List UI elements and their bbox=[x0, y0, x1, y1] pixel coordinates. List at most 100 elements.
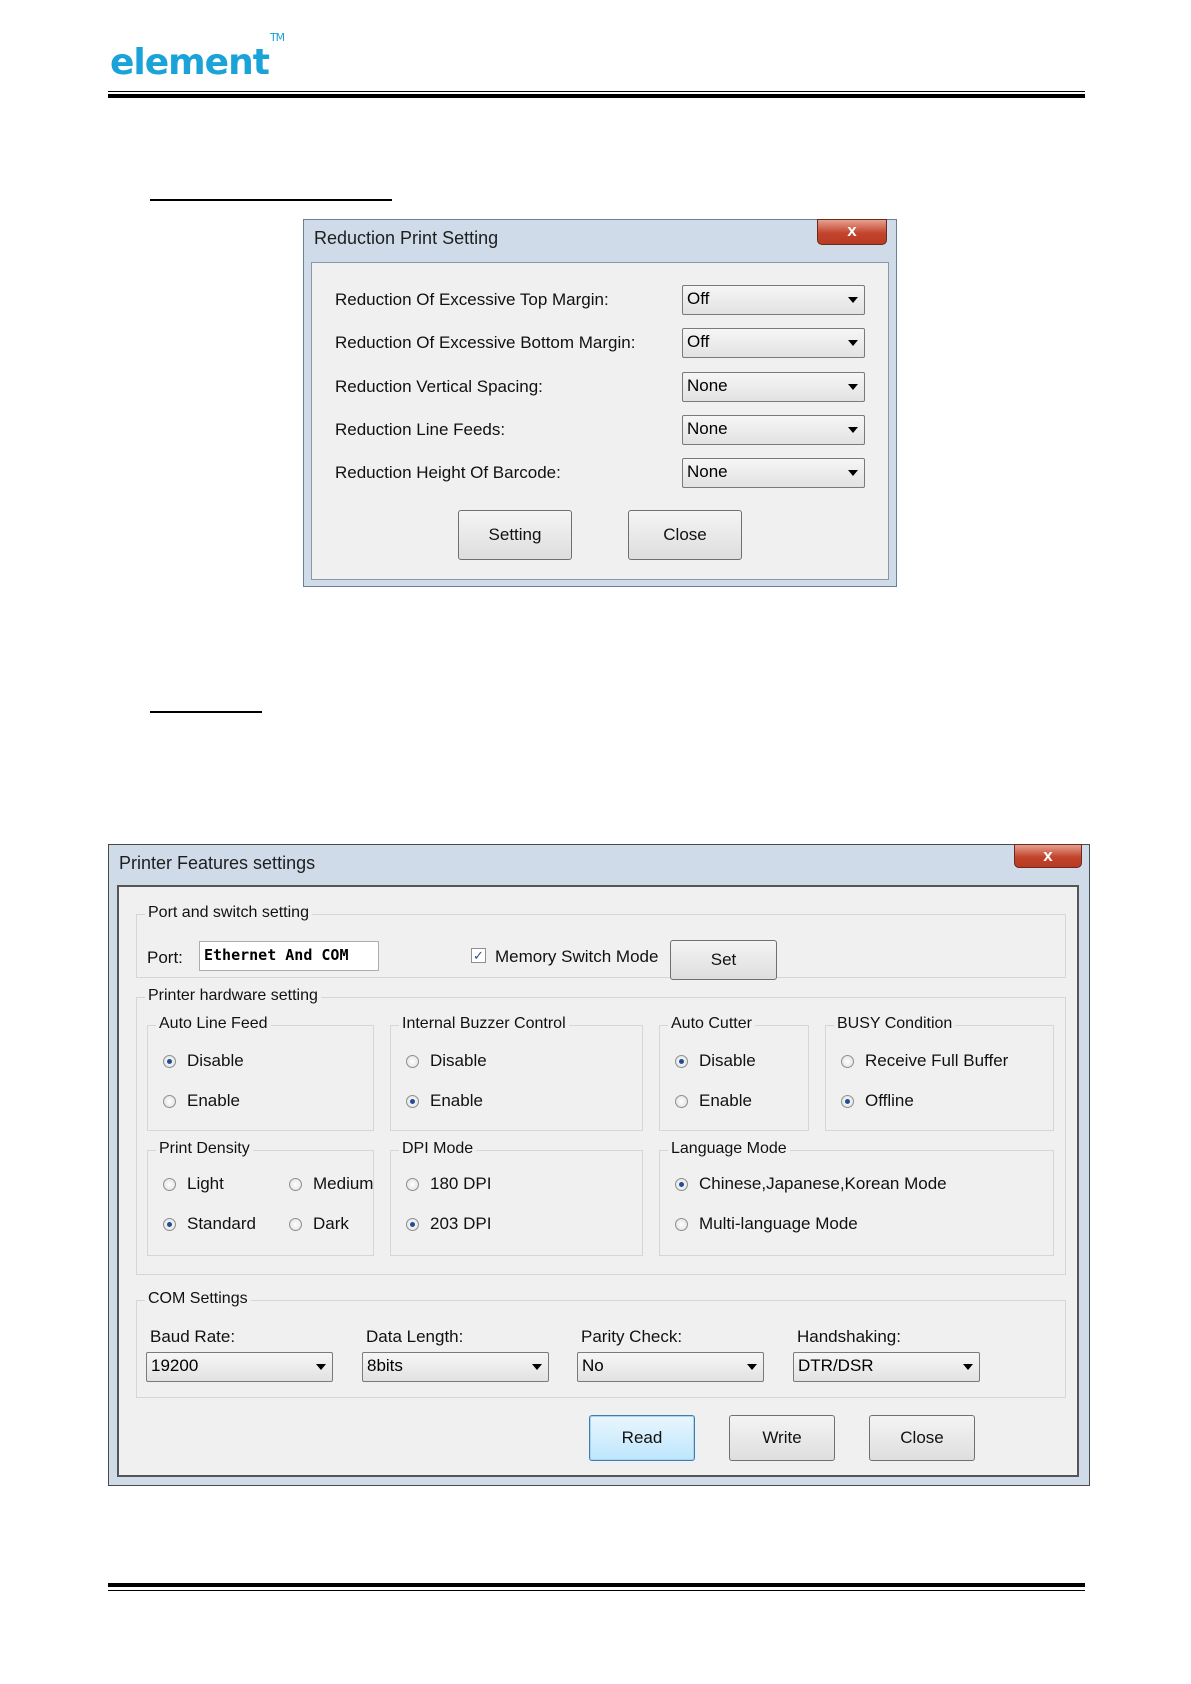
com-settings-label: COM Settings bbox=[145, 1290, 251, 1308]
barcode-height-select[interactable]: None bbox=[682, 458, 865, 488]
busy-offline-radio[interactable] bbox=[841, 1095, 854, 1108]
hardware-group-label: Printer hardware setting bbox=[145, 987, 321, 1005]
dpi-180-radio[interactable] bbox=[406, 1178, 419, 1191]
port-label: Port: bbox=[147, 948, 183, 967]
auto-cutter-group bbox=[659, 1025, 809, 1131]
language-cjk-radio[interactable] bbox=[675, 1178, 688, 1191]
busy-full-buffer-label: Receive Full Buffer bbox=[865, 1051, 1009, 1070]
read-button[interactable]: Read bbox=[589, 1415, 695, 1461]
auto-cutter-enable-label: Enable bbox=[699, 1091, 752, 1110]
chevron-down-icon bbox=[848, 384, 858, 390]
memory-switch-checkbox[interactable]: ✓ bbox=[471, 948, 486, 963]
auto-cutter-enable-radio[interactable] bbox=[675, 1095, 688, 1108]
buzzer-label: Internal Buzzer Control bbox=[399, 1015, 569, 1033]
auto-line-feed-disable-label: Disable bbox=[187, 1051, 244, 1070]
handshaking-label: Handshaking: bbox=[797, 1327, 901, 1346]
parity-check-select[interactable]: No bbox=[577, 1352, 764, 1382]
dialog-client-area: Reduction Of Excessive Top Margin: Off R… bbox=[311, 262, 889, 580]
print-density-label: Print Density bbox=[156, 1140, 253, 1158]
vertical-spacing-select[interactable]: None bbox=[682, 372, 865, 402]
vertical-spacing-label: Reduction Vertical Spacing: bbox=[335, 377, 543, 396]
reduction-print-dialog: Reduction Print Setting x Reduction Of E… bbox=[303, 219, 897, 587]
chevron-down-icon bbox=[848, 340, 858, 346]
print-density-group bbox=[147, 1150, 374, 1256]
close-button[interactable]: Close bbox=[869, 1415, 975, 1461]
density-medium-radio[interactable] bbox=[289, 1178, 302, 1191]
footer-rule bbox=[108, 1583, 1085, 1587]
header-rule bbox=[108, 94, 1085, 98]
element-logo: elementTM bbox=[110, 31, 285, 83]
density-light-radio[interactable] bbox=[163, 1178, 176, 1191]
dpi-mode-group bbox=[390, 1150, 643, 1256]
data-length-select[interactable]: 8bits bbox=[362, 1352, 549, 1382]
top-margin-label: Reduction Of Excessive Top Margin: bbox=[335, 290, 609, 309]
com-settings-group bbox=[136, 1300, 1066, 1398]
close-icon[interactable]: x bbox=[1014, 844, 1082, 868]
baud-rate-select[interactable]: 19200 bbox=[146, 1352, 333, 1382]
language-mode-label: Language Mode bbox=[668, 1140, 790, 1158]
buzzer-group bbox=[390, 1025, 643, 1131]
section-heading-underline bbox=[150, 711, 262, 713]
close-icon[interactable]: x bbox=[817, 219, 887, 245]
language-cjk-label: Chinese,Japanese,Korean Mode bbox=[699, 1174, 947, 1193]
density-light-label: Light bbox=[187, 1174, 224, 1193]
density-standard-radio[interactable] bbox=[163, 1218, 176, 1231]
chevron-down-icon bbox=[747, 1364, 757, 1370]
chevron-down-icon bbox=[848, 427, 858, 433]
dialog-title: Reduction Print Setting bbox=[314, 228, 499, 248]
auto-line-feed-label: Auto Line Feed bbox=[156, 1015, 271, 1033]
auto-cutter-label: Auto Cutter bbox=[668, 1015, 755, 1033]
chevron-down-icon bbox=[532, 1364, 542, 1370]
set-button[interactable]: Set bbox=[670, 940, 777, 980]
printer-features-dialog: Printer Features settings x Port and swi… bbox=[108, 844, 1090, 1486]
auto-cutter-disable-radio[interactable] bbox=[675, 1055, 688, 1068]
auto-line-feed-group bbox=[147, 1025, 374, 1131]
busy-condition-group bbox=[825, 1025, 1054, 1131]
chevron-down-icon bbox=[848, 470, 858, 476]
port-field[interactable]: Ethernet And COM bbox=[199, 941, 379, 971]
language-mode-group bbox=[659, 1150, 1054, 1256]
header-rule-thin bbox=[108, 91, 1085, 92]
auto-line-feed-enable-radio[interactable] bbox=[163, 1095, 176, 1108]
busy-condition-label: BUSY Condition bbox=[834, 1015, 956, 1033]
baud-rate-label: Baud Rate: bbox=[150, 1327, 236, 1346]
dpi-mode-label: DPI Mode bbox=[399, 1140, 477, 1158]
density-medium-label: Medium bbox=[313, 1174, 374, 1193]
memory-switch-label: Memory Switch Mode bbox=[495, 947, 659, 966]
auto-cutter-disable-label: Disable bbox=[699, 1051, 756, 1070]
close-button[interactable]: Close bbox=[628, 510, 742, 560]
dpi-203-radio[interactable] bbox=[406, 1218, 419, 1231]
chevron-down-icon bbox=[848, 297, 858, 303]
dialog-client-area: Port and switch setting Port: Ethernet A… bbox=[117, 885, 1079, 1477]
barcode-height-label: Reduction Height Of Barcode: bbox=[335, 463, 561, 482]
section-heading-underline bbox=[150, 199, 392, 201]
data-length-label: Data Length: bbox=[366, 1327, 464, 1346]
density-dark-radio[interactable] bbox=[289, 1218, 302, 1231]
auto-line-feed-enable-label: Enable bbox=[187, 1091, 240, 1110]
density-dark-label: Dark bbox=[313, 1214, 349, 1233]
busy-offline-label: Offline bbox=[865, 1091, 914, 1110]
auto-line-feed-disable-radio[interactable] bbox=[163, 1055, 176, 1068]
dialog-title: Printer Features settings bbox=[119, 853, 316, 873]
setting-button[interactable]: Setting bbox=[458, 510, 572, 560]
chevron-down-icon bbox=[963, 1364, 973, 1370]
dpi-203-label: 203 DPI bbox=[430, 1214, 492, 1233]
line-feeds-label: Reduction Line Feeds: bbox=[335, 420, 506, 439]
line-feeds-select[interactable]: None bbox=[682, 415, 865, 445]
busy-full-buffer-radio[interactable] bbox=[841, 1055, 854, 1068]
footer-rule-thin bbox=[108, 1590, 1085, 1591]
buzzer-disable-radio[interactable] bbox=[406, 1055, 419, 1068]
buzzer-enable-radio[interactable] bbox=[406, 1095, 419, 1108]
buzzer-disable-label: Disable bbox=[430, 1051, 487, 1070]
top-margin-select[interactable]: Off bbox=[682, 285, 865, 315]
language-multi-radio[interactable] bbox=[675, 1218, 688, 1231]
parity-check-label: Parity Check: bbox=[581, 1327, 683, 1346]
density-standard-label: Standard bbox=[187, 1214, 256, 1233]
buzzer-enable-label: Enable bbox=[430, 1091, 483, 1110]
write-button[interactable]: Write bbox=[729, 1415, 835, 1461]
bottom-margin-label: Reduction Of Excessive Bottom Margin: bbox=[335, 333, 636, 352]
bottom-margin-select[interactable]: Off bbox=[682, 328, 865, 358]
dpi-180-label: 180 DPI bbox=[430, 1174, 492, 1193]
chevron-down-icon bbox=[316, 1364, 326, 1370]
handshaking-select[interactable]: DTR/DSR bbox=[793, 1352, 980, 1382]
